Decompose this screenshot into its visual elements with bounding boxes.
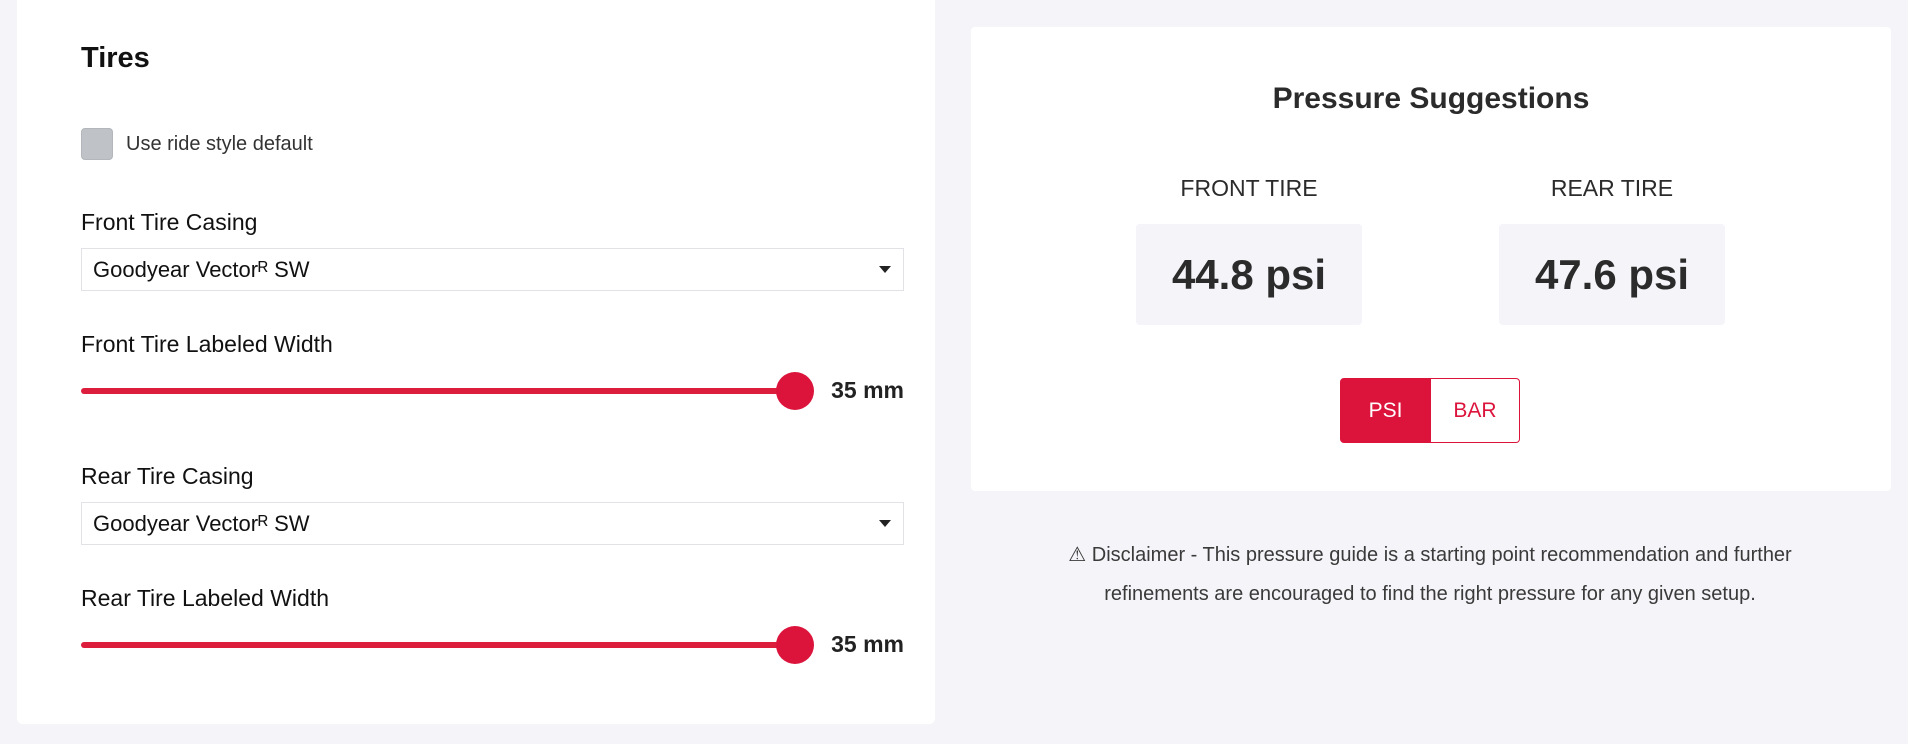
unit-toggle: PSI BAR [1340, 378, 1520, 443]
front-tire-label: FRONT TIRE [1180, 175, 1318, 201]
rear-casing-select[interactable]: Goodyear Vectorᴿ SW [81, 502, 904, 545]
rear-tire-pressure: 47.6 psi [1499, 224, 1725, 325]
front-width-label: Front Tire Labeled Width [81, 331, 333, 357]
rear-width-track[interactable] [81, 642, 795, 648]
tires-card: Tires Use ride style default Front Tire … [17, 0, 935, 724]
ride-style-default-checkbox[interactable] [81, 128, 113, 160]
front-width-slider[interactable]: 35 mm [81, 371, 904, 411]
front-tire-pressure: 44.8 psi [1136, 224, 1362, 325]
pressure-card: Pressure Suggestions FRONT TIRE 44.8 psi… [971, 27, 1891, 491]
front-tire-column: FRONT TIRE 44.8 psi [1136, 175, 1362, 325]
front-width-value: 35 mm [831, 377, 904, 403]
front-width-thumb[interactable] [776, 372, 814, 410]
disclaimer: ⚠ Disclaimer - This pressure guide is a … [1000, 536, 1860, 614]
caret-down-icon [879, 520, 891, 527]
caret-down-icon [879, 266, 891, 273]
disclaimer-line-1: ⚠ Disclaimer - This pressure guide is a … [1068, 544, 1792, 566]
rear-tire-label: REAR TIRE [1550, 175, 1674, 201]
front-casing-value: Goodyear Vectorᴿ SW [93, 256, 310, 282]
disclaimer-line-2: refinements are encouraged to find the r… [1104, 583, 1756, 605]
rear-width-thumb[interactable] [776, 626, 814, 664]
rear-casing-label: Rear Tire Casing [81, 463, 254, 489]
rear-width-slider[interactable]: 35 mm [81, 625, 904, 665]
front-width-track[interactable] [81, 388, 795, 394]
front-casing-select[interactable]: Goodyear Vectorᴿ SW [81, 248, 904, 291]
rear-width-label: Rear Tire Labeled Width [81, 585, 330, 611]
psi-button[interactable]: PSI [1340, 378, 1431, 443]
rear-width-value: 35 mm [831, 631, 904, 657]
rear-tire-column: REAR TIRE 47.6 psi [1499, 175, 1725, 325]
rear-casing-value: Goodyear Vectorᴿ SW [93, 510, 310, 536]
front-casing-label: Front Tire Casing [81, 209, 258, 235]
ride-style-default-label: Use ride style default [126, 132, 313, 155]
section-title: Tires [81, 42, 150, 74]
pressure-title: Pressure Suggestions [1272, 82, 1590, 115]
ride-style-default-row[interactable]: Use ride style default [81, 128, 313, 160]
bar-button[interactable]: BAR [1431, 378, 1520, 443]
